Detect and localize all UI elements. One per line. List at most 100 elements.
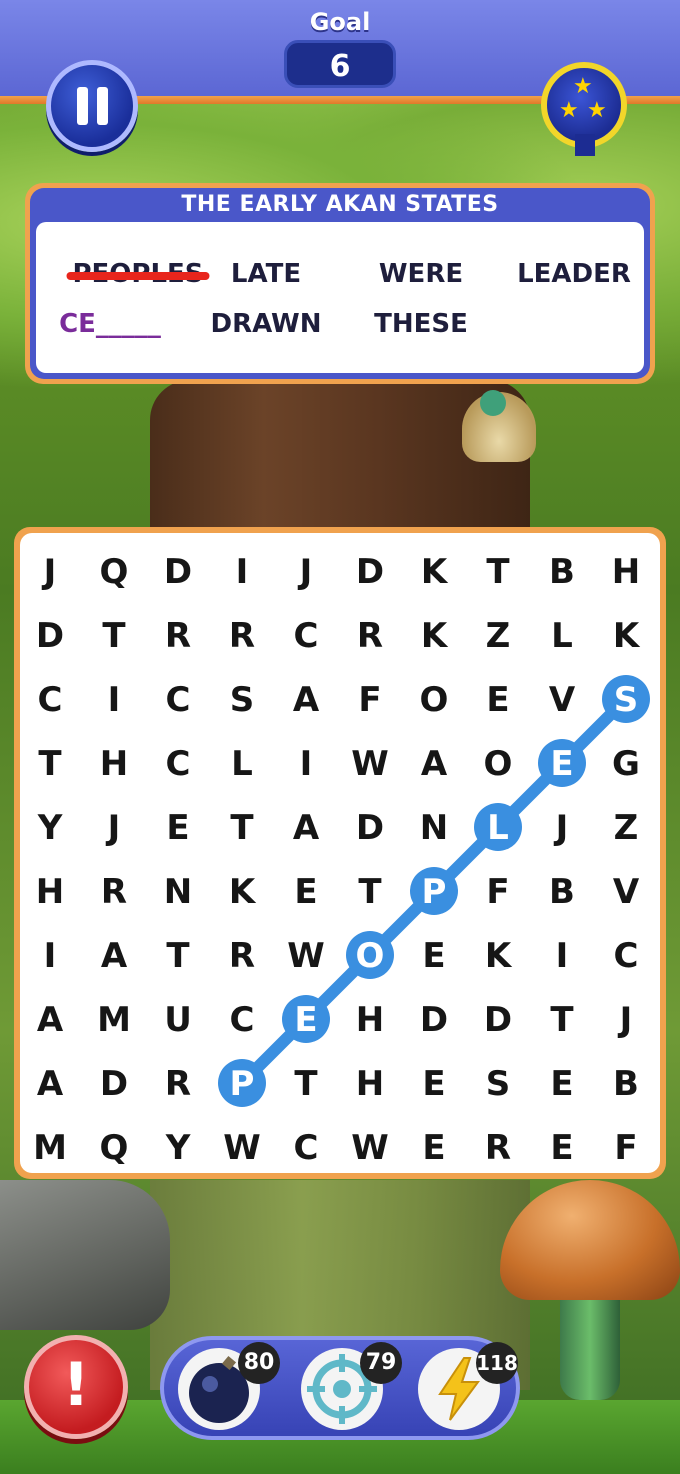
grid-cell[interactable]: B	[549, 552, 575, 592]
grid-cell[interactable]: I	[556, 936, 569, 976]
grid-cell[interactable]: T	[166, 936, 190, 976]
grid-cell[interactable]: V	[549, 680, 576, 720]
grid-cell[interactable]: A	[293, 680, 320, 720]
grid-cell[interactable]: N	[420, 808, 448, 848]
grid-cell[interactable]: A	[37, 1000, 64, 1040]
grid-cell[interactable]: S	[614, 680, 639, 720]
grid-cell[interactable]: K	[229, 872, 257, 912]
grid-cell[interactable]: P	[230, 1064, 255, 1104]
grid-cell[interactable]: C	[230, 1000, 255, 1040]
grid-cell[interactable]: E	[422, 1128, 445, 1168]
grid-cell[interactable]: R	[229, 616, 255, 656]
grid-cell[interactable]: T	[230, 808, 254, 848]
grid-cell[interactable]: D	[36, 616, 64, 656]
grid-cell[interactable]: A	[101, 936, 128, 976]
grid-cell[interactable]: B	[549, 872, 575, 912]
grid-cell[interactable]: F	[358, 680, 381, 720]
pause-button[interactable]	[46, 60, 138, 152]
grid-cell[interactable]: J	[618, 1000, 633, 1040]
grid-cell[interactable]: Q	[100, 552, 129, 592]
grid-cell[interactable]: D	[356, 808, 384, 848]
grid-cell[interactable]: W	[223, 1128, 261, 1168]
grid-cell[interactable]: T	[294, 1064, 318, 1104]
letter-grid[interactable]: JQDIJDKTBHDTRRCRKZLKCICSAFOEVSTHCLIWAOEG…	[20, 533, 660, 1173]
grid-cell[interactable]: T	[486, 552, 510, 592]
grid-cell[interactable]: R	[357, 616, 383, 656]
grid-cell[interactable]: C	[166, 680, 191, 720]
grid-cell[interactable]: I	[44, 936, 57, 976]
grid-cell[interactable]: E	[422, 936, 445, 976]
grid-cell[interactable]: O	[484, 744, 513, 784]
grid-cell[interactable]: C	[166, 744, 191, 784]
grid-cell[interactable]: C	[294, 616, 319, 656]
grid-cell[interactable]: J	[554, 808, 569, 848]
grid-cell[interactable]: C	[38, 680, 63, 720]
grid-cell[interactable]: Y	[37, 808, 63, 848]
grid-cell[interactable]: J	[298, 552, 313, 592]
grid-cell[interactable]: D	[100, 1064, 128, 1104]
grid-cell[interactable]: C	[294, 1128, 319, 1168]
grid-cell[interactable]: H	[612, 552, 640, 592]
grid-cell[interactable]: F	[614, 1128, 637, 1168]
grid-cell[interactable]: W	[351, 744, 389, 784]
grid-cell[interactable]: B	[613, 1064, 639, 1104]
grid-cell[interactable]: H	[100, 744, 128, 784]
grid-cell[interactable]: T	[358, 872, 382, 912]
grid-cell[interactable]: U	[164, 1000, 192, 1040]
grid-cell[interactable]: E	[486, 680, 509, 720]
grid-cell[interactable]: T	[550, 1000, 574, 1040]
grid-cell[interactable]: H	[36, 872, 64, 912]
grid-cell[interactable]: C	[614, 936, 639, 976]
grid-cell[interactable]: S	[230, 680, 255, 720]
grid-cell[interactable]: V	[613, 872, 640, 912]
grid-cell[interactable]: A	[37, 1064, 64, 1104]
grid-cell[interactable]: L	[231, 744, 253, 784]
grid-cell[interactable]: H	[356, 1064, 384, 1104]
grid-cell[interactable]: J	[106, 808, 121, 848]
grid-cell[interactable]: H	[356, 1000, 384, 1040]
grid-cell[interactable]: T	[38, 744, 62, 784]
grid-cell[interactable]: R	[165, 1064, 191, 1104]
grid-cell[interactable]: M	[33, 1128, 67, 1168]
grid-cell[interactable]: I	[300, 744, 313, 784]
grid-cell[interactable]: J	[42, 552, 57, 592]
grid-cell[interactable]: I	[108, 680, 121, 720]
grid-cell[interactable]: I	[236, 552, 249, 592]
grid-cell[interactable]: S	[486, 1064, 511, 1104]
grid-cell[interactable]: F	[486, 872, 509, 912]
grid-cell[interactable]: A	[421, 744, 448, 784]
grid-cell[interactable]: D	[484, 1000, 512, 1040]
grid-cell[interactable]: K	[421, 616, 449, 656]
grid-cell[interactable]: K	[421, 552, 449, 592]
grid-cell[interactable]: K	[613, 616, 641, 656]
grid-cell[interactable]: O	[420, 680, 449, 720]
hint-alert-button[interactable]: !	[24, 1335, 128, 1439]
grid-cell[interactable]: R	[101, 872, 127, 912]
grid-cell[interactable]: E	[166, 808, 189, 848]
grid-cell[interactable]: W	[351, 1128, 389, 1168]
grid-cell[interactable]: M	[97, 1000, 131, 1040]
grid-cell[interactable]: K	[485, 936, 513, 976]
grid-cell[interactable]: Z	[614, 808, 639, 848]
grid-cell[interactable]: G	[612, 744, 640, 784]
grid-cell[interactable]: L	[487, 808, 509, 848]
grid-cell[interactable]: T	[102, 616, 126, 656]
grid-cell[interactable]: D	[164, 552, 192, 592]
grid-cell[interactable]: E	[422, 1064, 445, 1104]
grid-cell[interactable]: D	[356, 552, 384, 592]
grid-cell[interactable]: Z	[486, 616, 511, 656]
grid-cell[interactable]: N	[164, 872, 192, 912]
grid-cell[interactable]: R	[229, 936, 255, 976]
grid-cell[interactable]: E	[294, 872, 317, 912]
grid-cell[interactable]: R	[165, 616, 191, 656]
grid-cell[interactable]: E	[550, 1128, 573, 1168]
grid-cell[interactable]: E	[550, 1064, 573, 1104]
grid-cell[interactable]: D	[420, 1000, 448, 1040]
grid-cell[interactable]: W	[287, 936, 325, 976]
stars-badge-icon[interactable]: ★ ★ ★	[541, 62, 627, 156]
grid-cell[interactable]: R	[485, 1128, 511, 1168]
grid-cell[interactable]: Y	[165, 1128, 191, 1168]
grid-cell[interactable]: O	[356, 936, 385, 976]
grid-cell[interactable]: E	[294, 1000, 317, 1040]
grid-cell[interactable]: L	[551, 616, 573, 656]
